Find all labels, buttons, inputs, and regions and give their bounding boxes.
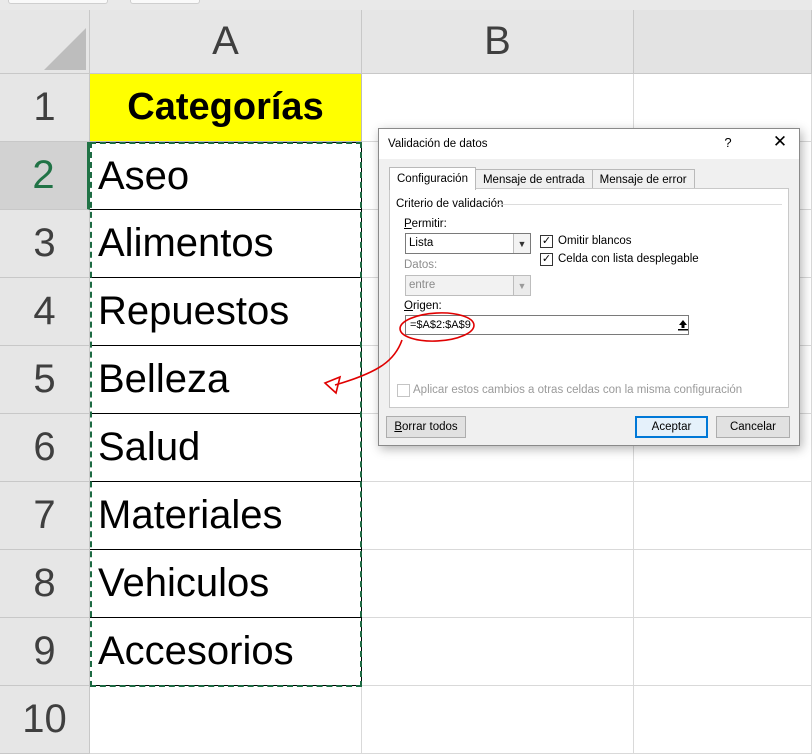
cell-a3[interactable]: Alimentos [90, 210, 362, 278]
row-header-2[interactable]: 2 [0, 142, 90, 210]
cell-c7[interactable] [634, 482, 812, 550]
omitir-blancos-checkbox[interactable]: ✓ [540, 235, 553, 248]
datos-label: Datos: [404, 259, 438, 271]
column-header-a[interactable]: A [90, 10, 362, 74]
aplicar-checkbox [397, 384, 410, 397]
row-header-10[interactable]: 10 [0, 686, 90, 754]
dialog-title: Validación de datos [388, 138, 488, 150]
cancelar-button[interactable]: Cancelar [716, 416, 790, 438]
cell-a7[interactable]: Materiales [90, 482, 362, 550]
tab-configuracion[interactable]: Configuración [389, 167, 476, 190]
help-icon[interactable]: ? [721, 135, 735, 150]
row-header-7[interactable]: 7 [0, 482, 90, 550]
permitir-value: Lista [409, 237, 434, 249]
sheet-tab-stub [8, 0, 108, 4]
cell-b8[interactable] [362, 550, 634, 618]
cell-a9[interactable]: Accesorios [90, 618, 362, 686]
cell-b10[interactable] [362, 686, 634, 754]
cell-a2[interactable]: Aseo [90, 142, 362, 210]
group-label: Criterio de validación [396, 198, 504, 210]
ribbon-strip [0, 0, 812, 10]
origen-label: Origen: [404, 300, 442, 312]
origen-value: =$A$2:$A$9 [410, 319, 471, 331]
cell-b7[interactable] [362, 482, 634, 550]
row-header-8[interactable]: 8 [0, 550, 90, 618]
data-validation-dialog: Validación de datos ? ✕ Configuración Me… [378, 128, 800, 446]
chevron-down-icon[interactable]: ▼ [513, 234, 530, 253]
tab-mensaje-error[interactable]: Mensaje de error [591, 169, 695, 189]
cell-a10[interactable] [90, 686, 362, 754]
dialog-tabs: Configuración Mensaje de entrada Mensaje… [389, 167, 695, 190]
aceptar-button[interactable]: Aceptar [635, 416, 708, 438]
row-header-6[interactable]: 6 [0, 414, 90, 482]
cell-c10[interactable] [634, 686, 812, 754]
dialog-titlebar[interactable]: Validación de datos ? ✕ [379, 129, 799, 159]
celda-lista-checkbox[interactable]: ✓ [540, 253, 553, 266]
cell-a5[interactable]: Belleza [90, 346, 362, 414]
select-all-triangle-icon [44, 28, 86, 70]
cell-b9[interactable] [362, 618, 634, 686]
permitir-select[interactable]: Lista ▼ [405, 233, 531, 254]
aplicar-label: Aplicar estos cambios a otras celdas con… [413, 384, 743, 396]
datos-select: entre ▼ [405, 275, 531, 296]
row-header-4[interactable]: 4 [0, 278, 90, 346]
cell-c8[interactable] [634, 550, 812, 618]
permitir-label: Permitir: [404, 218, 447, 230]
cell-a8[interactable]: Vehiculos [90, 550, 362, 618]
group-divider [496, 204, 782, 205]
row-header-1[interactable]: 1 [0, 74, 90, 142]
tab-mensaje-entrada[interactable]: Mensaje de entrada [474, 169, 593, 189]
cell-a6[interactable]: Salud [90, 414, 362, 482]
cell-c9[interactable] [634, 618, 812, 686]
omitir-blancos-label: Omitir blancos [558, 235, 632, 247]
sheet-tab-stub [130, 0, 200, 4]
column-header-c[interactable] [634, 10, 812, 74]
origen-input[interactable]: =$A$2:$A$9 [405, 315, 689, 335]
row-header-5[interactable]: 5 [0, 346, 90, 414]
row-header-3[interactable]: 3 [0, 210, 90, 278]
close-icon[interactable]: ✕ [771, 133, 789, 151]
column-header-b[interactable]: B [362, 10, 634, 74]
celda-lista-label: Celda con lista desplegable [558, 253, 699, 265]
tab-panel: Criterio de validación Permitir: Lista ▼… [389, 188, 789, 408]
cell-a4[interactable]: Repuestos [90, 278, 362, 346]
cell-a1-header[interactable]: Categorías [90, 74, 362, 142]
select-all-button[interactable] [0, 10, 90, 74]
borrar-todos-button[interactable]: Borrar todos [386, 416, 466, 438]
row-header-9[interactable]: 9 [0, 618, 90, 686]
datos-value: entre [409, 279, 436, 291]
collapse-dialog-icon[interactable] [674, 317, 692, 333]
chevron-down-icon: ▼ [513, 276, 530, 295]
